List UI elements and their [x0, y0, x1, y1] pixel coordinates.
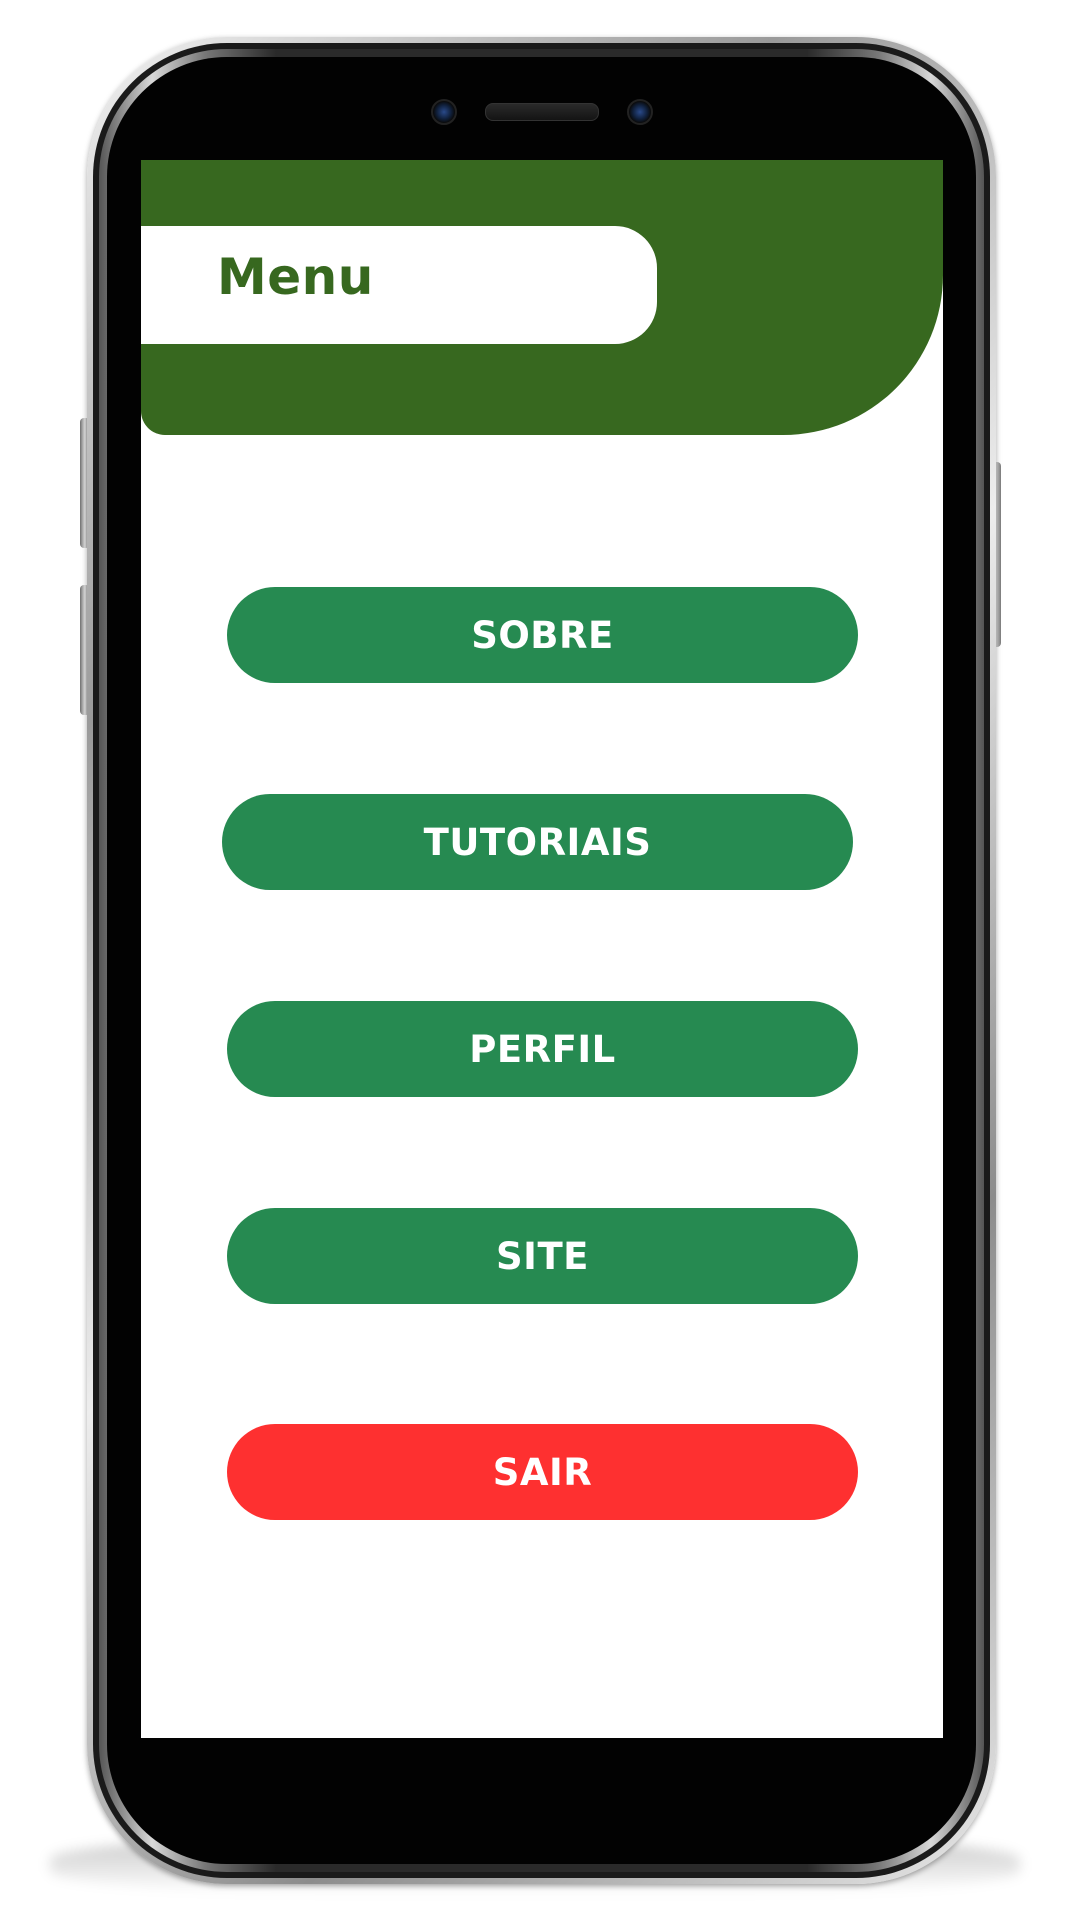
site-button[interactable]: SITE — [227, 1208, 858, 1304]
app-screen: Menu SOBRE TUTORIAIS PERFIL SITE SAIR — [141, 160, 943, 1738]
sensor-icon — [627, 99, 653, 125]
phone-mockup: Menu SOBRE TUTORIAIS PERFIL SITE SAIR — [0, 0, 1080, 1920]
earpiece-speaker — [485, 103, 599, 121]
page-title: Menu — [217, 248, 374, 306]
sobre-button[interactable]: SOBRE — [227, 587, 858, 683]
front-camera-icon — [431, 99, 457, 125]
tutoriais-button[interactable]: TUTORIAIS — [222, 794, 853, 890]
perfil-button[interactable]: PERFIL — [227, 1001, 858, 1097]
sair-button[interactable]: SAIR — [227, 1424, 858, 1520]
